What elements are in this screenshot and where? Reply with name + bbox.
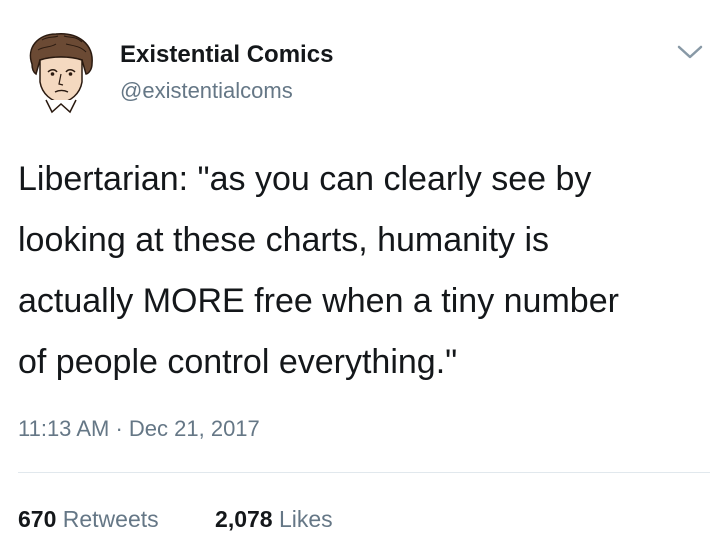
tweet-text: Libertarian: "as you can clearly see by … (18, 149, 718, 393)
timestamp-separator: · (115, 416, 123, 441)
divider (18, 472, 710, 473)
tweet-text-line: of people control everything." (18, 343, 458, 381)
likes-count: 2,078 (215, 506, 273, 532)
author-handle[interactable]: @existentialcoms (120, 77, 333, 105)
likes-stat[interactable]: 2,078 Likes (215, 504, 333, 534)
retweets-count: 670 (18, 506, 57, 532)
retweets-stat[interactable]: 670 Retweets (18, 504, 159, 534)
author-display-name[interactable]: Existential Comics (120, 40, 333, 70)
tweet-stats: 670 Retweets 2,078 Likes (18, 504, 383, 534)
tweet-text-line: Libertarian: "as you can clearly see by (18, 160, 592, 198)
tweet-card: Existential Comics @existentialcoms Libe… (0, 0, 728, 553)
tweet-text-line: actually MORE free when a tiny number (18, 282, 619, 320)
likes-label: Likes (278, 506, 333, 532)
tweet-timestamp[interactable]: 11:13 AM · Dec 21, 2017 (18, 415, 260, 443)
avatar[interactable] (22, 30, 98, 114)
tweet-time: 11:13 AM (18, 416, 110, 441)
tweet-text-line: looking at these charts, humanity is (18, 221, 550, 259)
tweet-author[interactable]: Existential Comics @existentialcoms (120, 40, 333, 105)
tweet-date: Dec 21, 2017 (128, 416, 260, 441)
chevron-down-icon[interactable] (675, 42, 705, 62)
retweets-label: Retweets (62, 506, 159, 532)
